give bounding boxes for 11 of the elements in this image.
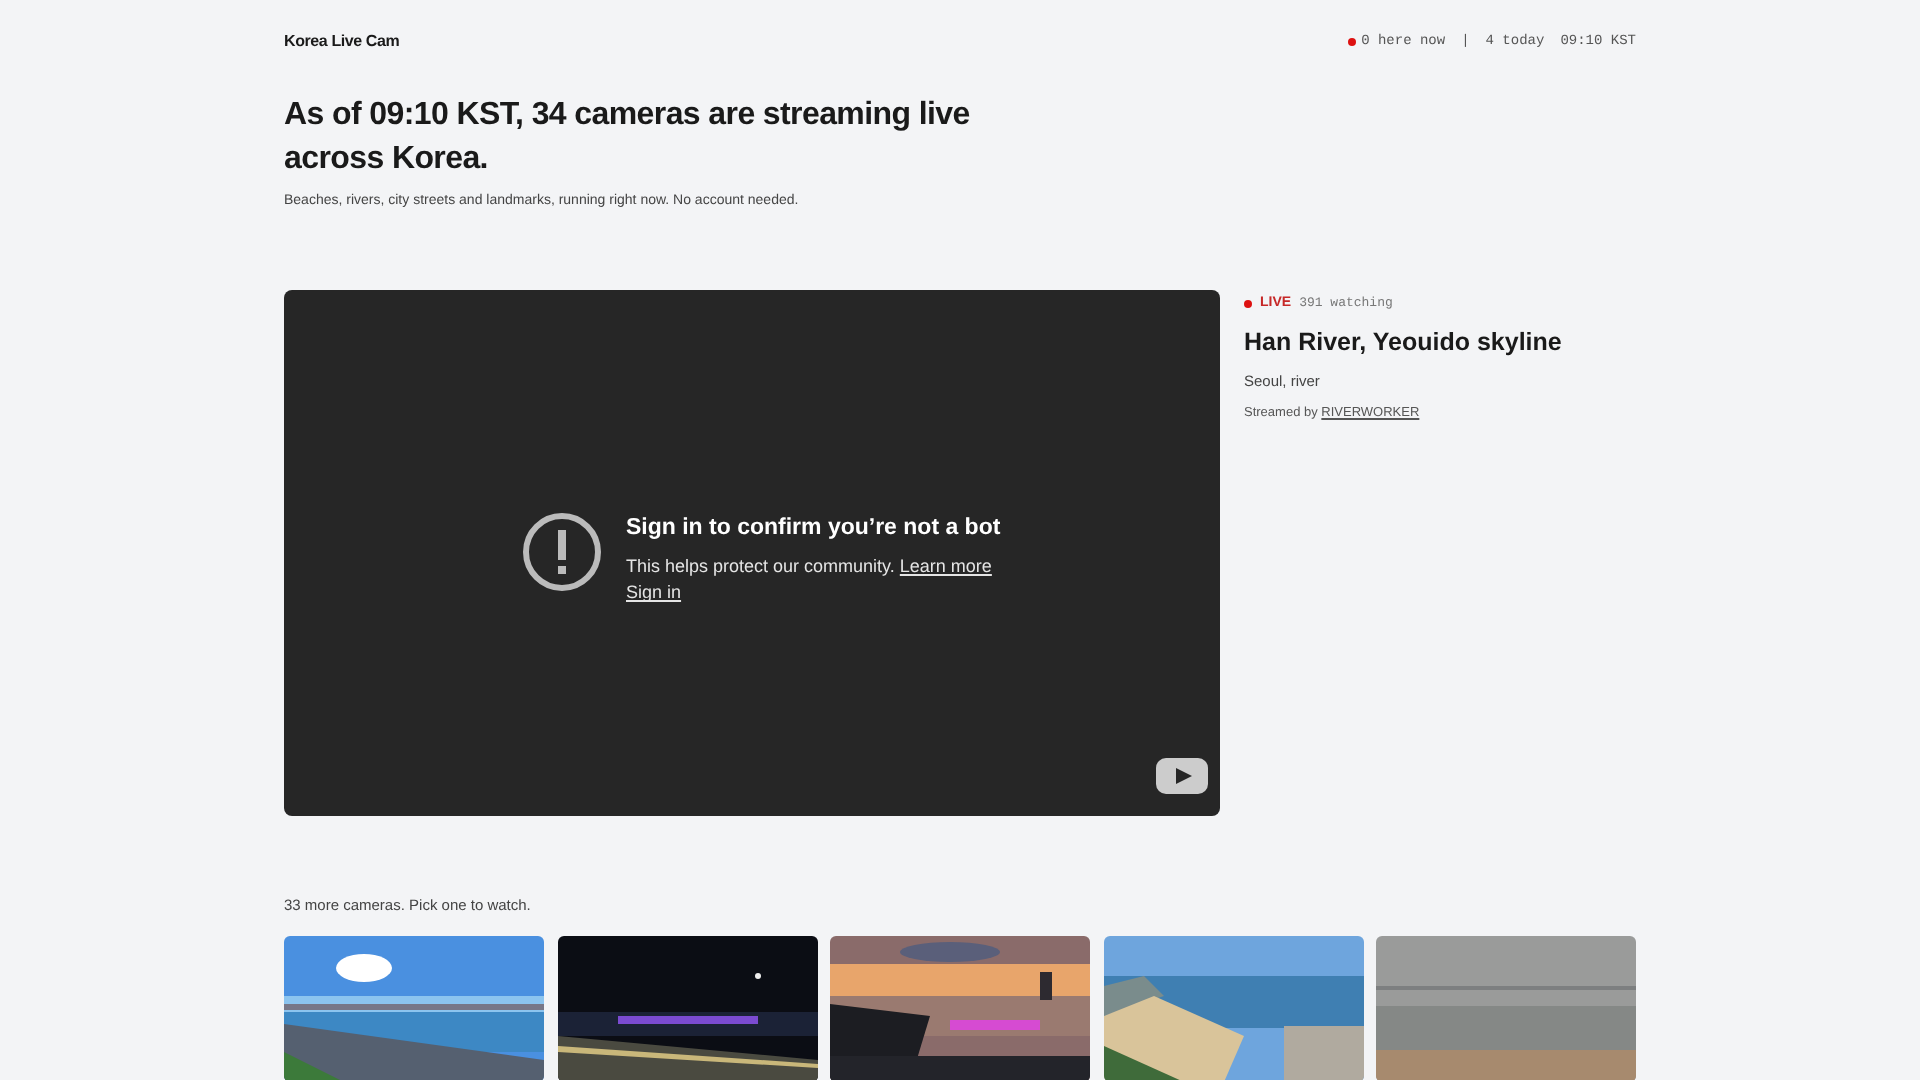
notice-text: This helps protect our community.	[626, 555, 895, 576]
notice-title: Sign in to confirm you’re not a bot	[626, 513, 1001, 544]
headline: As of 09:10 KST, 34 cameras are streaming live across Korea.	[284, 96, 972, 180]
warning-icon	[522, 511, 602, 592]
sign-in-link[interactable]: Sign in	[626, 582, 682, 603]
video-player[interactable]: Sign in to confirm you’re not a bot This helps protect our community. Learn more Sign in	[284, 289, 1220, 816]
site-brand[interactable]: Korea Live Cam	[284, 30, 400, 54]
live-dot	[1347, 38, 1356, 46]
play-logo-icon[interactable]	[1156, 757, 1208, 794]
learn-more-link[interactable]: Learn more	[899, 555, 992, 576]
camera-title: Han River, Yeouido skyline	[1244, 328, 1562, 359]
